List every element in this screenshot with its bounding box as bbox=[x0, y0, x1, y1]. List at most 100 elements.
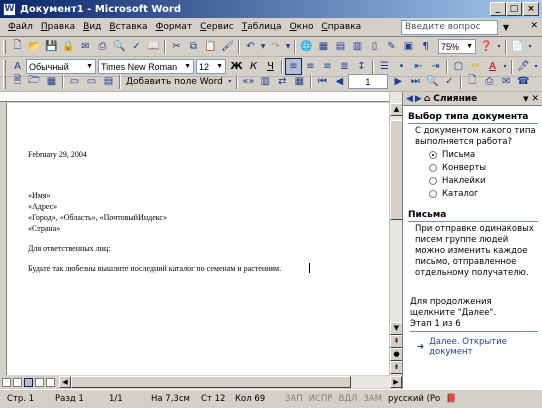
task-pane-menu-icon[interactable]: ▼ bbox=[523, 95, 528, 103]
menu-help[interactable]: Справка bbox=[317, 22, 365, 32]
document-map-icon[interactable]: ▣ bbox=[400, 38, 417, 55]
vertical-scrollbar[interactable]: ▲ ▼ ⇞ ● ⇟ bbox=[389, 92, 403, 375]
redo-dropdown-icon[interactable]: ▼ bbox=[284, 38, 292, 55]
zoom-select[interactable]: 75% ▼ bbox=[438, 39, 476, 54]
highlight-fields-icon[interactable]: ▥ bbox=[257, 73, 274, 90]
toolbar-options-icon[interactable]: ▾ bbox=[495, 38, 503, 55]
save-icon[interactable]: 💾 bbox=[43, 38, 60, 55]
status-extend[interactable]: ВДЛ bbox=[335, 394, 360, 404]
insert-excel-icon[interactable]: ▥ bbox=[349, 38, 366, 55]
insert-word-field-button[interactable]: Добавить поле Word bbox=[123, 77, 226, 87]
option-envelopes[interactable]: Конверты bbox=[429, 161, 542, 174]
record-number-input[interactable]: 1 bbox=[347, 74, 388, 89]
radio-icon[interactable] bbox=[429, 163, 437, 172]
research-icon[interactable]: 📖 bbox=[145, 38, 162, 55]
help-icon[interactable]: ❓ bbox=[478, 38, 495, 55]
print-preview-icon[interactable]: 🔍 bbox=[111, 38, 128, 55]
tables-borders-icon[interactable]: ▦ bbox=[315, 38, 332, 55]
horizontal-scrollbar[interactable]: ◀ ▶ bbox=[59, 376, 402, 388]
last-record-icon[interactable]: ⏭ bbox=[407, 73, 424, 90]
merge-email-icon[interactable]: ✉ bbox=[498, 73, 515, 90]
next-record-icon[interactable]: ▶ bbox=[390, 73, 407, 90]
radio-icon[interactable] bbox=[429, 189, 437, 198]
forward-icon[interactable]: ▶ bbox=[415, 94, 422, 104]
format-painter-icon[interactable]: 🖌 bbox=[219, 38, 236, 55]
show-hide-icon[interactable]: ¶ bbox=[417, 38, 434, 55]
print-layout-icon[interactable] bbox=[24, 377, 33, 387]
merge-fax-icon[interactable]: ☎ bbox=[515, 73, 532, 90]
radio-icon[interactable] bbox=[429, 176, 437, 185]
option-letters[interactable]: Письма bbox=[429, 148, 542, 161]
merge-printer-icon[interactable]: ⎙ bbox=[481, 73, 498, 90]
word-field-dropdown-icon[interactable]: ▾ bbox=[226, 73, 234, 90]
menu-file[interactable]: Файл bbox=[4, 22, 37, 32]
copy-icon[interactable]: ⧉ bbox=[185, 38, 202, 55]
h-scroll-thumb[interactable] bbox=[71, 376, 351, 388]
document-page[interactable]: February 29, 2004 «Имя» «Адрес» «Город»,… bbox=[6, 103, 389, 375]
next-step-link[interactable]: ➜ Далее. Открытие документ bbox=[417, 337, 542, 357]
scroll-right-icon[interactable]: ▶ bbox=[390, 376, 402, 388]
word-app-icon[interactable]: W bbox=[3, 2, 16, 16]
match-fields-icon[interactable]: ⇄ bbox=[274, 73, 291, 90]
status-language[interactable]: русский (Ро bbox=[385, 394, 443, 404]
normal-view-icon[interactable] bbox=[2, 377, 11, 387]
toolbar-grip[interactable] bbox=[3, 74, 6, 89]
new-document-icon[interactable]: 🗋 bbox=[9, 38, 26, 55]
close-button[interactable]: × bbox=[523, 2, 539, 16]
option-directory[interactable]: Каталог bbox=[429, 187, 542, 200]
insert-greeting-icon[interactable]: ▭ bbox=[83, 73, 100, 90]
insert-address-block-icon[interactable]: ▭ bbox=[66, 73, 83, 90]
view-merged-data-icon[interactable]: «» bbox=[240, 73, 257, 90]
radio-selected-icon[interactable] bbox=[429, 150, 437, 159]
hyperlink-icon[interactable]: 🌐 bbox=[298, 38, 315, 55]
status-track-changes[interactable]: ИСПР bbox=[306, 394, 336, 404]
maximize-button[interactable]: □ bbox=[506, 2, 522, 16]
menu-edit[interactable]: Правка bbox=[37, 22, 79, 32]
open-icon[interactable]: 📂 bbox=[26, 38, 43, 55]
menu-window[interactable]: Окно bbox=[286, 22, 318, 32]
merge-new-document-icon[interactable]: 🗋 bbox=[464, 73, 481, 90]
task-pane-close-icon[interactable]: ✕ bbox=[531, 94, 539, 104]
menu-view[interactable]: Вид bbox=[79, 22, 105, 32]
email-icon[interactable]: ✉ bbox=[77, 38, 94, 55]
help-dropdown-icon[interactable]: ▼ bbox=[500, 20, 512, 35]
option-labels[interactable]: Наклейки bbox=[429, 174, 542, 187]
back-icon[interactable]: ◀ bbox=[406, 94, 413, 104]
menu-tools[interactable]: Сервис bbox=[196, 22, 238, 32]
spelling-status-icon[interactable]: 📕 bbox=[443, 394, 460, 404]
status-overtype[interactable]: ЗАМ bbox=[360, 394, 385, 404]
paste-icon[interactable]: 📋 bbox=[202, 38, 219, 55]
scroll-left-icon[interactable]: ◀ bbox=[59, 376, 71, 388]
permission-icon[interactable]: 🔒 bbox=[60, 38, 77, 55]
web-view-icon[interactable] bbox=[13, 377, 22, 387]
columns-icon[interactable]: ▯ bbox=[366, 38, 383, 55]
menu-table[interactable]: Таблица bbox=[238, 22, 286, 32]
print-icon[interactable]: ⎙ bbox=[94, 38, 111, 55]
help-question-input[interactable]: Введите вопрос bbox=[401, 20, 498, 35]
reading-layout-icon[interactable] bbox=[46, 377, 55, 387]
find-entry-icon[interactable]: 🔍 bbox=[424, 73, 441, 90]
first-record-icon[interactable]: ⏮ bbox=[314, 73, 331, 90]
redo-icon[interactable]: ↷ bbox=[267, 38, 284, 55]
open-data-source-icon[interactable]: 🗁 bbox=[26, 73, 43, 90]
insert-merge-fields-icon[interactable]: ▤ bbox=[100, 73, 117, 90]
recipients-icon[interactable]: ▦ bbox=[43, 73, 60, 90]
spelling-icon[interactable]: ✓ bbox=[128, 38, 145, 55]
document-close-icon[interactable]: ✕ bbox=[530, 21, 538, 31]
minimize-button[interactable]: _ bbox=[490, 2, 506, 16]
undo-icon[interactable]: ↶ bbox=[242, 38, 259, 55]
status-record-macro[interactable]: ЗАП bbox=[282, 394, 306, 404]
horizontal-ruler[interactable] bbox=[0, 92, 402, 102]
insert-table-icon[interactable]: ▤ bbox=[332, 38, 349, 55]
outline-view-icon[interactable] bbox=[35, 377, 44, 387]
previous-record-icon[interactable]: ◀ bbox=[331, 73, 348, 90]
read-mode-icon[interactable]: 📄 bbox=[509, 38, 526, 55]
cut-icon[interactable]: ✂ bbox=[168, 38, 185, 55]
home-icon[interactable]: ⌂ bbox=[424, 94, 430, 104]
menu-format[interactable]: Формат bbox=[152, 22, 197, 32]
main-document-setup-icon[interactable]: 🗎 bbox=[9, 73, 26, 90]
read-dropdown-icon[interactable]: ▾ bbox=[526, 38, 534, 55]
propagate-labels-icon[interactable]: ▦ bbox=[291, 73, 308, 90]
undo-dropdown-icon[interactable]: ▼ bbox=[259, 38, 267, 55]
check-errors-icon[interactable]: ✓ bbox=[441, 73, 458, 90]
